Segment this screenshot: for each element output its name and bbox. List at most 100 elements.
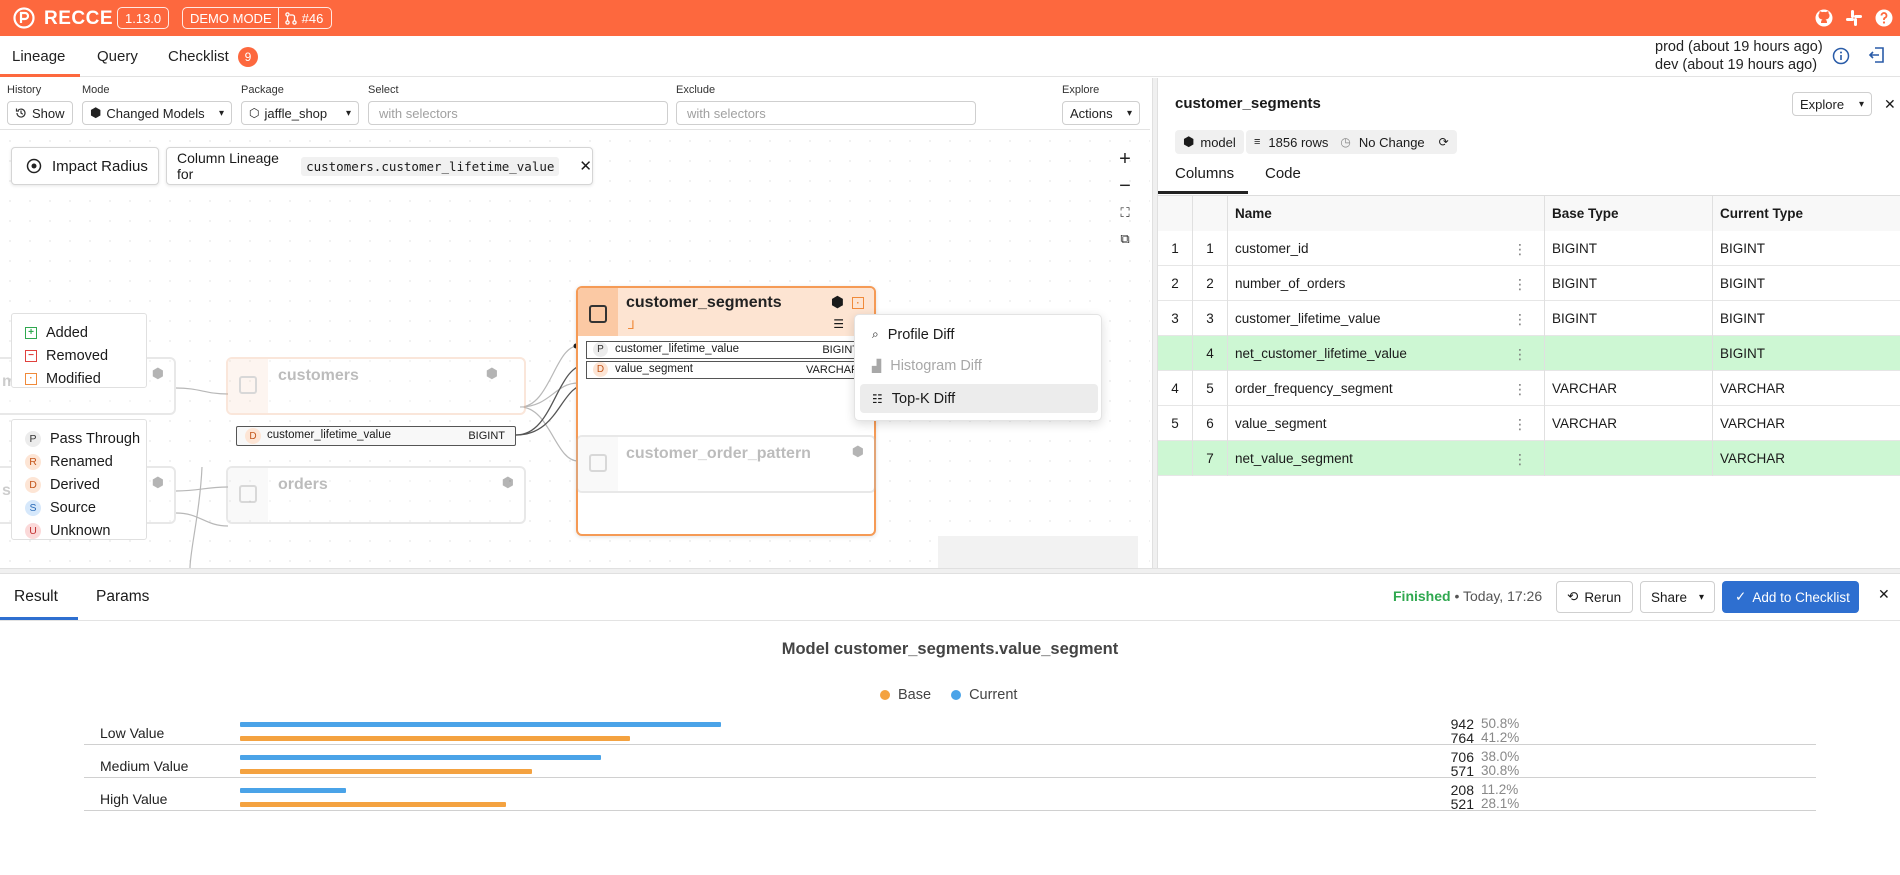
actions-button[interactable]: Actions ▾: [1062, 101, 1140, 125]
lineage-canvas[interactable]: Impact Radius Column Lineage for custome…: [0, 131, 1150, 568]
tab-params[interactable]: Params: [96, 588, 149, 606]
base-type-cell: VARCHAR: [1545, 371, 1713, 406]
table-row[interactable]: 4 net_customer_lifetime_value ⋮ BIGINT: [1158, 336, 1900, 371]
lineage-node-customers[interactable]: customers ⬢: [226, 357, 526, 415]
current-percent: 11.2%: [1481, 782, 1519, 797]
cube-icon: ⬢: [501, 474, 514, 490]
history-show-button[interactable]: Show: [7, 101, 73, 125]
slack-icon[interactable]: [1844, 8, 1864, 28]
chevron-down-icon: ▾: [1126, 107, 1132, 119]
current-bar: [240, 788, 347, 793]
current-index-cell: 3: [1193, 301, 1228, 336]
modified-icon: ·: [25, 372, 37, 385]
package-select[interactable]: ⬡ jaffle_shop ▾: [241, 101, 359, 125]
current-type-cell: BIGINT: [1720, 276, 1766, 291]
table-row[interactable]: 3 3 customer_lifetime_value ⋮ BIGINT BIGINT: [1158, 301, 1900, 336]
top-bar: RECCE 1.13.0 DEMO MODE #46: [0, 0, 1900, 36]
exclude-input[interactable]: with selectors: [676, 101, 976, 125]
cube-icon: ⬢: [830, 294, 844, 311]
pr-link[interactable]: #46: [284, 11, 332, 26]
lineage-node-customer-segments[interactable]: customer_segments ⬢ · ⅃ ☰: [576, 286, 876, 536]
select-input[interactable]: with selectors: [368, 101, 668, 125]
tab-code[interactable]: Code: [1265, 165, 1301, 182]
package-icon: ⬡: [249, 106, 260, 120]
chevron-down-icon: ▾: [1858, 98, 1864, 110]
add-to-checklist-button[interactable]: ✓ Add to Checklist: [1722, 581, 1859, 613]
table-row[interactable]: 7 net_value_segment ⋮ VARCHAR: [1158, 441, 1900, 476]
clock-icon: ◷: [1340, 135, 1351, 149]
base-percent: 41.2%: [1481, 730, 1520, 745]
checklist-count-badge: 9: [238, 47, 258, 67]
current-type-cell: VARCHAR: [1720, 416, 1786, 431]
tab-result[interactable]: Result: [14, 588, 58, 606]
base-index-cell: [1158, 336, 1193, 371]
current-percent: 38.0%: [1481, 749, 1520, 764]
recce-logo-icon: [13, 7, 35, 29]
columns-icon[interactable]: ☰: [833, 317, 844, 331]
menu-top-k-diff[interactable]: ☷ Top-K Diff: [860, 384, 1098, 413]
header-base-type[interactable]: Base Type: [1545, 196, 1713, 231]
menu-histogram-diff[interactable]: ▟ Histogram Diff: [860, 351, 1098, 380]
tab-lineage[interactable]: Lineage: [12, 48, 65, 65]
table-row[interactable]: 4 5 order_frequency_segment ⋮ VARCHAR VARCHAR: [1158, 371, 1900, 406]
segments-column-row-1[interactable]: P customer_lifetime_value BIGINT: [586, 341, 866, 359]
column-menu-icon[interactable]: ⋮: [1513, 416, 1527, 433]
menu-profile-diff[interactable]: ⌕ Profile Diff: [860, 320, 1098, 349]
chart-title: Model customer_segments.value_segment: [781, 640, 1119, 658]
cube-icon: ⬢: [151, 365, 164, 381]
mode-select[interactable]: ⬢ Changed Models ▾: [82, 101, 232, 125]
info-icon[interactable]: [1832, 47, 1850, 65]
derived-icon: D: [25, 476, 41, 493]
column-menu-icon[interactable]: ⋮: [1513, 346, 1527, 363]
mode-badge: DEMO MODE #46: [182, 7, 333, 29]
copy-image-button[interactable]: ⧉: [1112, 227, 1138, 251]
table-row[interactable]: 2 2 number_of_orders ⋮ BIGINT BIGINT: [1158, 266, 1900, 301]
fit-view-button[interactable]: ⛶: [1112, 201, 1138, 225]
column-menu-icon[interactable]: ⋮: [1513, 311, 1527, 328]
columns-table: Name Base Type Current Type 1 1 customer_i…: [1158, 195, 1900, 476]
column-type-legend: P Pass Through R Renamed D Derived S Source …: [11, 419, 147, 540]
cube-icon: ⬢: [485, 365, 498, 381]
legend-base: Base: [880, 687, 931, 703]
source-icon: S: [25, 499, 41, 516]
customers-column-row[interactable]: D customer_lifetime_value BIGINT: [236, 426, 516, 446]
refresh-icon[interactable]: ⟳: [1439, 135, 1449, 149]
segments-column-row-2[interactable]: D value_segment VARCHAR: [586, 361, 866, 379]
impact-radius-button[interactable]: Impact Radius: [11, 147, 159, 185]
zoom-out-button[interactable]: −: [1112, 174, 1138, 198]
header-current-type[interactable]: Current Type: [1713, 196, 1900, 231]
base-type-cell: BIGINT: [1545, 266, 1713, 301]
tab-checklist[interactable]: Checklist: [168, 48, 229, 65]
logout-icon[interactable]: [1868, 46, 1886, 64]
column-menu-icon[interactable]: ⋮: [1513, 381, 1527, 398]
header-name[interactable]: Name: [1228, 196, 1545, 231]
lineage-node-customer-order-pattern[interactable]: customer_order_pattern ⬢: [576, 435, 876, 493]
table-header: Name Base Type Current Type: [1158, 196, 1900, 231]
legend-current: Current: [951, 687, 1017, 703]
close-icon[interactable]: ✕: [1878, 586, 1890, 603]
rerun-button[interactable]: ⟲ Rerun: [1556, 581, 1633, 613]
result-panel: Result Params Finished • Today, 17:26 ⟲ R…: [0, 574, 1900, 875]
help-icon[interactable]: [1874, 8, 1894, 28]
github-icon[interactable]: [1814, 8, 1834, 28]
column-menu-icon[interactable]: ⋮: [1513, 276, 1527, 293]
table-row[interactable]: 5 6 value_segment ⋮ VARCHAR VARCHAR: [1158, 406, 1900, 441]
close-icon[interactable]: ✕: [579, 157, 592, 175]
explore-label: Explore: [1062, 84, 1100, 96]
env-dev: dev (about 19 hours ago): [1655, 57, 1818, 73]
tab-columns[interactable]: Columns: [1175, 165, 1234, 182]
minimap[interactable]: [938, 536, 1138, 568]
pass-through-badge: P: [593, 342, 608, 357]
column-menu-icon[interactable]: ⋮: [1513, 241, 1527, 258]
close-icon[interactable]: ✕: [1884, 96, 1896, 113]
zoom-in-button[interactable]: +: [1112, 147, 1138, 171]
tab-query[interactable]: Query: [97, 48, 138, 65]
base-type-cell: [1545, 336, 1713, 371]
column-menu-icon[interactable]: ⋮: [1513, 451, 1527, 468]
table-row[interactable]: 1 1 customer_id ⋮ BIGINT BIGINT: [1158, 231, 1900, 266]
explore-button[interactable]: Explore ▾: [1792, 92, 1872, 116]
base-index-cell: 3: [1158, 301, 1193, 336]
share-button[interactable]: Share ▾: [1640, 581, 1715, 613]
chevron-down-icon: ▾: [1698, 591, 1704, 603]
lineage-node-orders[interactable]: orders ⬢: [226, 466, 526, 524]
